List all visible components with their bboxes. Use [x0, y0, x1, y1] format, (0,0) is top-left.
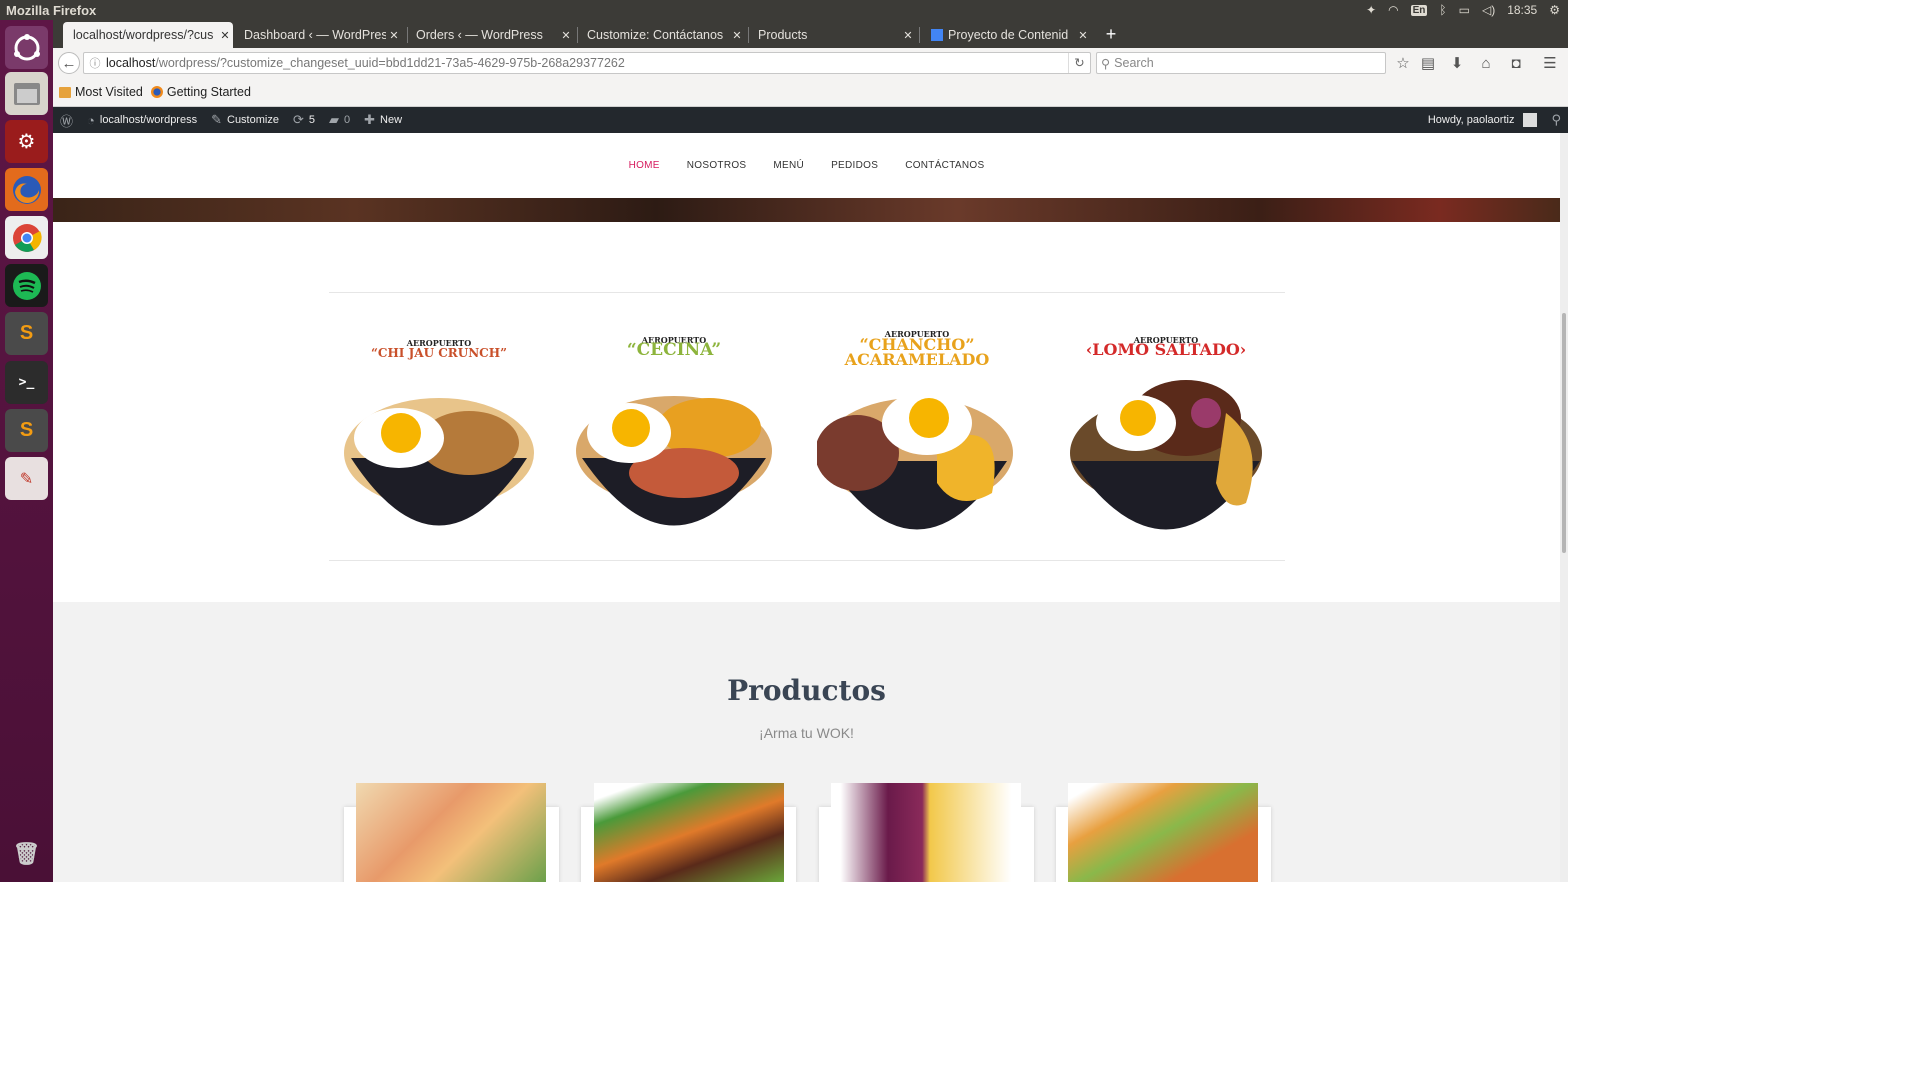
tab-bar: localhost/wordpress/?cus ✕ Dashboard ‹ — …: [53, 20, 1568, 48]
wp-account-menu[interactable]: Howdy, paolaortiz: [1421, 107, 1545, 133]
search-input[interactable]: ⚲ Search: [1096, 52, 1386, 74]
back-button[interactable]: ←: [58, 52, 80, 74]
new-tab-button[interactable]: +: [1101, 24, 1121, 45]
app-icon[interactable]: ✎: [5, 457, 48, 500]
sublime-text-icon[interactable]: S: [5, 312, 48, 355]
section-title: Productos: [727, 674, 886, 707]
pocket-icon[interactable]: ◘: [1505, 52, 1527, 74]
section-subtitle: ¡Arma tu WOK!: [759, 725, 854, 741]
firefox-icon[interactable]: [5, 168, 48, 211]
dish-showcase: AEROPUERTO “CHI JAU CRUNCH” AEROPUERTO “…: [329, 292, 1285, 561]
info-icon[interactable]: ⓘ: [84, 55, 106, 71]
menu-icon[interactable]: ☰: [1539, 52, 1561, 74]
clock[interactable]: 18:35: [1507, 3, 1537, 17]
tab-customizer[interactable]: localhost/wordpress/?cus ✕: [63, 22, 233, 48]
reading-list-icon[interactable]: ▤: [1417, 52, 1439, 74]
scrollbar-thumb[interactable]: [1562, 313, 1566, 553]
reload-icon[interactable]: ↻: [1068, 53, 1090, 73]
bookmark-getting-started[interactable]: Getting Started: [150, 85, 251, 99]
sublime-text-2-icon[interactable]: S: [5, 409, 48, 452]
spotify-icon[interactable]: [5, 264, 48, 307]
terminal-icon[interactable]: >_: [5, 361, 48, 404]
keyboard-layout-indicator[interactable]: En: [1410, 4, 1428, 16]
products-section: Productos ¡Arma tu WOK!: [53, 602, 1560, 882]
close-icon[interactable]: ✕: [1075, 29, 1091, 42]
updates-icon: ⟳: [292, 112, 304, 127]
dropbox-icon[interactable]: ✦: [1366, 3, 1376, 17]
wp-customize-link[interactable]: ✎ Customize: [204, 107, 286, 133]
wp-site-link[interactable]: ◔ localhost/wordpress: [80, 107, 204, 133]
nav-menu[interactable]: MENÚ: [773, 160, 804, 171]
nav-contactanos[interactable]: CONTÁCTANOS: [905, 160, 984, 171]
battery-icon[interactable]: ▭: [1459, 3, 1470, 17]
wp-admin-bar: Ⓦ ◔ localhost/wordpress ✎ Customize ⟳ 5 ▰ 0 …: [53, 107, 1568, 133]
docs-icon: [931, 29, 943, 41]
product-image-beef[interactable]: [594, 783, 784, 882]
search-icon: ⚲: [1551, 112, 1561, 127]
chrome-icon[interactable]: [5, 216, 48, 259]
url-bar[interactable]: ⓘ localhost/wordpress/?customize_changes…: [83, 52, 1091, 74]
product-image-pasta[interactable]: [356, 783, 546, 882]
dish-lomo-saltado[interactable]: AEROPUERTO ‹LOMO SALTADO›: [1061, 323, 1271, 533]
search-icon: ⚲: [1101, 56, 1111, 71]
download-icon[interactable]: ⬇: [1446, 52, 1468, 74]
wp-logo-menu[interactable]: Ⓦ: [53, 107, 80, 133]
dashboard-icon: ◔: [87, 112, 95, 128]
home-icon[interactable]: ⌂: [1475, 52, 1497, 74]
product-image-salad[interactable]: [1068, 783, 1258, 882]
dish-chi-jau-crunch[interactable]: AEROPUERTO “CHI JAU CRUNCH”: [334, 323, 544, 533]
hero-banner-image: [53, 198, 1560, 222]
nav-home[interactable]: HOME: [629, 160, 660, 171]
wp-updates-link[interactable]: ⟳ 5: [286, 107, 322, 133]
site-navigation: HOME NOSOTROS MENÚ PEDIDOS CONTÁCTANOS: [53, 133, 1560, 198]
close-icon[interactable]: ✕: [386, 29, 402, 42]
brush-icon: ✎: [211, 112, 222, 127]
navigation-toolbar: ← ⓘ localhost/wordpress/?customize_chang…: [53, 48, 1568, 78]
page-viewport: HOME NOSOTROS MENÚ PEDIDOS CONTÁCTANOS A…: [53, 133, 1560, 882]
settings-icon[interactable]: ⚙: [5, 120, 48, 163]
folder-icon: [59, 86, 71, 98]
wp-search-button[interactable]: ⚲: [1544, 107, 1568, 133]
nav-nosotros[interactable]: NOSOTROS: [687, 160, 747, 171]
tab-proyecto[interactable]: Proyecto de Contenid ✕: [921, 22, 1091, 48]
comment-icon: ▰: [329, 112, 339, 127]
os-top-bar: Mozilla Firefox ✦ ◠ En ᛒ ▭ ◁) 18:35 ⚙: [0, 0, 1568, 20]
close-icon[interactable]: ✕: [217, 29, 233, 42]
tab-customize-contactanos[interactable]: Customize: Contáctanos ✕: [577, 22, 745, 48]
wifi-icon[interactable]: ◠: [1388, 3, 1398, 17]
product-image-drinks[interactable]: [831, 783, 1021, 882]
bookmark-most-visited[interactable]: Most Visited: [59, 85, 143, 99]
page-scrollbar[interactable]: [1560, 133, 1568, 882]
nav-pedidos[interactable]: PEDIDOS: [831, 160, 878, 171]
dish-bowl-image: [817, 391, 1013, 530]
dish-bowl-image: [576, 396, 772, 526]
close-icon[interactable]: ✕: [558, 29, 574, 42]
firefox-small-icon: [150, 86, 163, 98]
close-icon[interactable]: ✕: [900, 29, 916, 42]
volume-icon[interactable]: ◁): [1482, 3, 1495, 17]
dish-bowl-image: [344, 398, 534, 526]
close-icon[interactable]: ✕: [729, 29, 745, 42]
tab-products[interactable]: Products ✕: [748, 22, 916, 48]
ubuntu-dash-icon[interactable]: [5, 26, 48, 69]
gear-icon[interactable]: ⚙: [1549, 3, 1560, 17]
wordpress-icon: Ⓦ: [60, 113, 74, 129]
unity-launcher: ⚙ S >_ S ✎ 🗑: [0, 20, 53, 882]
tab-orders[interactable]: Orders ‹ — WordPress ✕: [406, 22, 574, 48]
window-title: Mozilla Firefox: [6, 2, 97, 18]
files-icon[interactable]: [5, 72, 48, 115]
trash-icon[interactable]: 🗑: [5, 832, 48, 875]
plus-icon: ✚: [364, 112, 376, 127]
bookmark-star-icon[interactable]: ☆: [1392, 52, 1414, 74]
wp-new-link[interactable]: ✚ New: [357, 107, 409, 133]
wp-comments-link[interactable]: ▰ 0: [322, 107, 357, 133]
dish-cecina[interactable]: AEROPUERTO “CECINA”: [569, 323, 779, 533]
tab-dashboard[interactable]: Dashboard ‹ — WordPres ✕: [234, 22, 402, 48]
dish-bowl-image: [1070, 380, 1262, 530]
bluetooth-icon[interactable]: ᛒ: [1439, 3, 1446, 17]
bookmarks-toolbar: Most Visited Getting Started: [53, 78, 1568, 107]
avatar: [1523, 113, 1538, 127]
dish-chancho-acaramelado[interactable]: AEROPUERTO “CHANCHO” ACARAMELADO: [812, 323, 1022, 533]
